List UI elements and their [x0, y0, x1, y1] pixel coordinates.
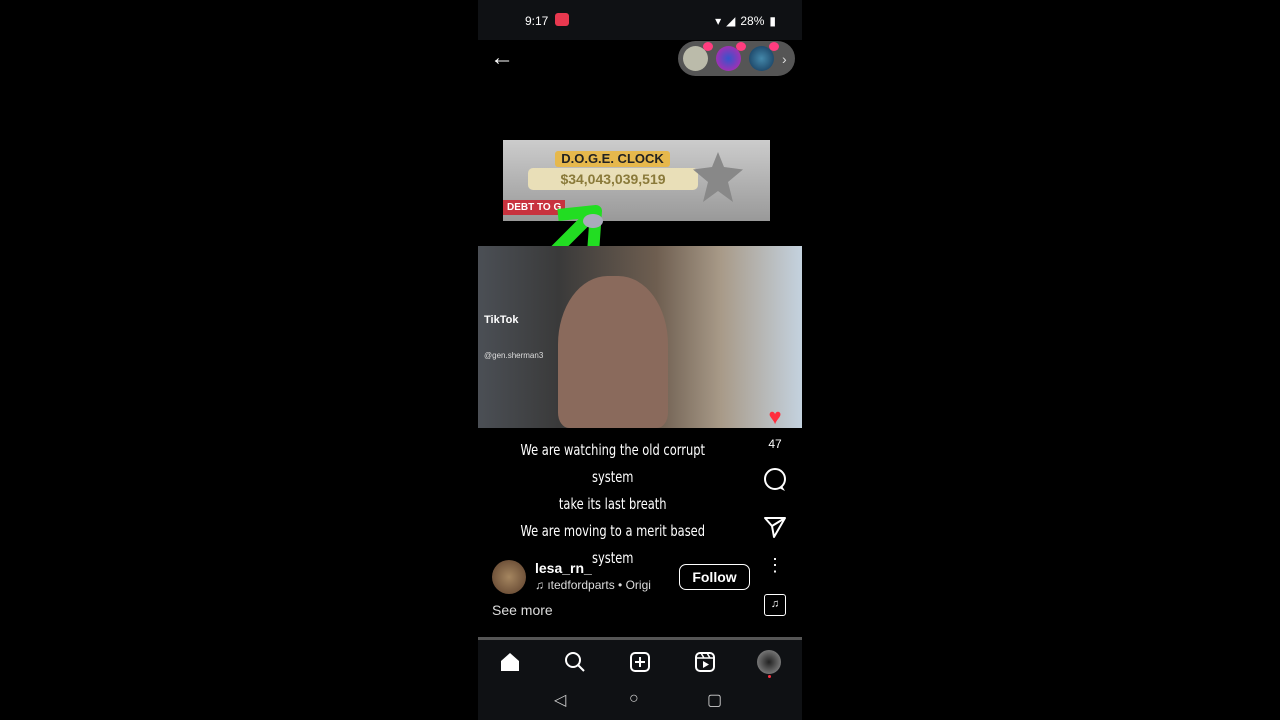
avatar: [683, 42, 713, 71]
tiktok-watermark: TikTok: [484, 314, 519, 326]
audio-info[interactable]: ♫ ıtedfordparts • Origi: [535, 578, 651, 592]
see-more-link[interactable]: See more: [492, 602, 553, 618]
signal-icon: ◢: [726, 14, 736, 28]
caption-line: We are watching the old corrupt system: [520, 441, 706, 486]
clock-amount: $34,043,039,519: [528, 168, 698, 190]
video-caption: We are watching the old corrupt system t…: [498, 437, 728, 572]
phone-screen: 9:17 ▾ ◢ 28% ▮ ← › D.O.G.E. CLOCK $34,043,0…: [478, 0, 802, 720]
create-post-icon[interactable]: [628, 650, 652, 674]
search-icon[interactable]: [563, 650, 587, 674]
system-back-icon[interactable]: ◁: [554, 690, 566, 710]
clock-label: D.O.G.E. CLOCK: [555, 151, 670, 167]
more-options-icon[interactable]: ⋮: [762, 555, 788, 576]
avatar: [749, 42, 779, 71]
battery-icon: ▮: [769, 14, 776, 28]
status-bar: 9:17 ▾ ◢ 28% ▮: [478, 0, 802, 40]
music-note-icon: ♫: [535, 578, 548, 592]
comment-icon[interactable]: [762, 467, 788, 493]
tiktok-handle: @gen.sherman3: [484, 351, 544, 360]
battery-percent: 28%: [740, 14, 765, 28]
video-player[interactable]: TikTok @gen.sherman3: [478, 246, 802, 428]
follow-button[interactable]: Follow: [679, 564, 750, 590]
heart-icon[interactable]: ♥: [762, 404, 788, 430]
profile-avatar[interactable]: [757, 650, 781, 674]
like-count: 47: [768, 437, 782, 451]
chevron-right-icon: ›: [782, 50, 787, 67]
system-home-icon[interactable]: ○: [629, 690, 639, 708]
username[interactable]: lesa_rn_: [535, 560, 651, 576]
screen-record-icon: [555, 13, 569, 26]
doge-badge-icon: [693, 152, 743, 202]
audio-label: ıtedfordparts • Origi: [547, 578, 651, 592]
caption-line: take its last breath: [558, 495, 667, 513]
avatar: [716, 42, 746, 71]
reels-icon[interactable]: [693, 650, 717, 674]
system-recents-icon[interactable]: ▢: [707, 690, 722, 710]
clock-time: 9:17: [525, 14, 549, 28]
post-author[interactable]: lesa_rn_ ♫ ıtedfordparts • Origi: [492, 560, 651, 594]
audio-page-icon[interactable]: ♫: [764, 594, 786, 616]
wifi-icon: ▾: [715, 14, 722, 28]
author-avatar[interactable]: [492, 560, 526, 594]
person-in-video: [558, 276, 668, 428]
share-icon[interactable]: [762, 515, 788, 539]
bottom-nav: [478, 640, 802, 720]
notification-dot: [768, 675, 771, 678]
home-icon[interactable]: [498, 650, 522, 674]
arrow-left-icon[interactable]: ←: [490, 44, 514, 72]
reactors-pill[interactable]: ›: [678, 41, 795, 76]
